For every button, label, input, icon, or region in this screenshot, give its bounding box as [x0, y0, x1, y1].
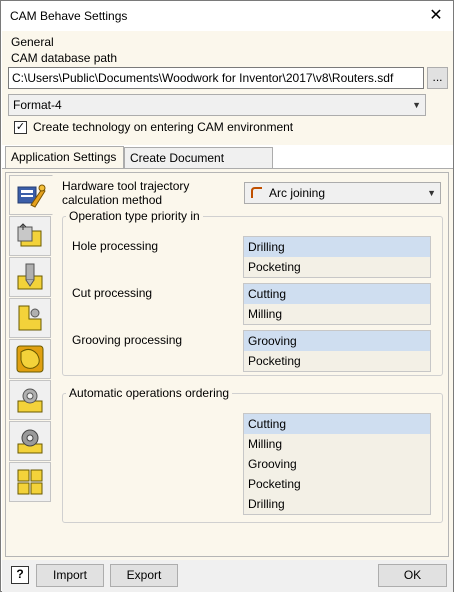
format-value: Format-4	[13, 98, 62, 112]
trajectory-label-line1: Hardware tool trajectory	[62, 179, 190, 193]
list-item[interactable]: Pocketing	[244, 474, 430, 494]
list-item[interactable]: Grooving	[244, 331, 430, 351]
arc-icon	[250, 186, 264, 206]
list-item[interactable]: Cutting	[244, 284, 430, 304]
list-item[interactable]: Pocketing	[244, 351, 430, 371]
button-bar: ? Import Export OK	[2, 560, 453, 592]
general-section: General CAM database path C:\Users\Publi…	[2, 31, 453, 145]
trajectory-value: Arc joining	[269, 186, 326, 200]
settings-wrench-icon[interactable]	[9, 175, 53, 215]
help-button[interactable]: ?	[11, 566, 29, 584]
profile-cut-icon[interactable]	[9, 298, 51, 338]
settings-panel: Hardware tool trajectory calculation met…	[5, 172, 449, 557]
dialog-window: CAM Behave Settings ✕ General CAM databa…	[0, 0, 454, 592]
chevron-down-icon: ▼	[412, 100, 421, 110]
cut-processing-label: Cut processing	[72, 286, 153, 300]
ordering-list[interactable]: Cutting Milling Grooving Pocketing Drill…	[243, 413, 431, 515]
trajectory-label-line2: calculation method	[62, 193, 163, 207]
grooving-processing-label: Grooving processing	[72, 333, 183, 347]
cut-priority-list[interactable]: Cutting Milling	[243, 283, 431, 325]
tab-strip: Application Settings Create Document Set…	[2, 146, 453, 185]
title-bar: CAM Behave Settings ✕	[1, 1, 453, 31]
chevron-down-icon: ▼	[427, 188, 436, 198]
puzzle-icon[interactable]	[9, 462, 51, 502]
groove-priority-list[interactable]: Grooving Pocketing	[243, 330, 431, 372]
list-item[interactable]: Pocketing	[244, 257, 430, 277]
window-title: CAM Behave Settings	[10, 9, 128, 23]
folder-export-icon[interactable]	[9, 216, 51, 256]
hole-processing-label: Hole processing	[72, 239, 159, 253]
db-path-label: CAM database path	[11, 51, 118, 65]
general-heading: General	[11, 35, 54, 49]
close-icon[interactable]: ✕	[419, 1, 453, 31]
tab-panel: Hardware tool trajectory calculation met…	[2, 168, 453, 560]
export-button[interactable]: Export	[110, 564, 178, 587]
priority-group-title: Operation type priority in	[66, 209, 203, 223]
create-tech-label: Create technology on entering CAM enviro…	[33, 120, 294, 134]
create-tech-checkbox[interactable]: ✓	[14, 121, 27, 134]
ordering-group-title: Automatic operations ordering	[66, 386, 233, 400]
hole-priority-list[interactable]: Drilling Pocketing	[243, 236, 431, 278]
trajectory-select[interactable]: Arc joining ▼	[244, 182, 441, 204]
list-item[interactable]: Drilling	[244, 494, 430, 514]
list-item[interactable]: Milling	[244, 434, 430, 454]
list-item[interactable]: Milling	[244, 304, 430, 324]
tab-create-document-settings[interactable]: Create Document Settings	[124, 147, 273, 185]
groove-shape-icon[interactable]	[9, 339, 51, 379]
list-item[interactable]: Grooving	[244, 454, 430, 474]
ok-button[interactable]: OK	[378, 564, 447, 587]
tab-application-settings[interactable]: Application Settings	[5, 146, 124, 169]
gear-cut-icon[interactable]	[9, 380, 51, 420]
list-item[interactable]: Cutting	[244, 414, 430, 434]
format-select[interactable]: Format-4 ▼	[8, 94, 426, 116]
db-path-field[interactable]: C:\Users\Public\Documents\Woodwork for I…	[8, 67, 424, 89]
browse-button[interactable]: ...	[427, 67, 448, 89]
import-button[interactable]: Import	[36, 564, 104, 587]
list-item[interactable]: Drilling	[244, 237, 430, 257]
gear-icon[interactable]	[9, 421, 51, 461]
drill-icon[interactable]	[9, 257, 51, 297]
